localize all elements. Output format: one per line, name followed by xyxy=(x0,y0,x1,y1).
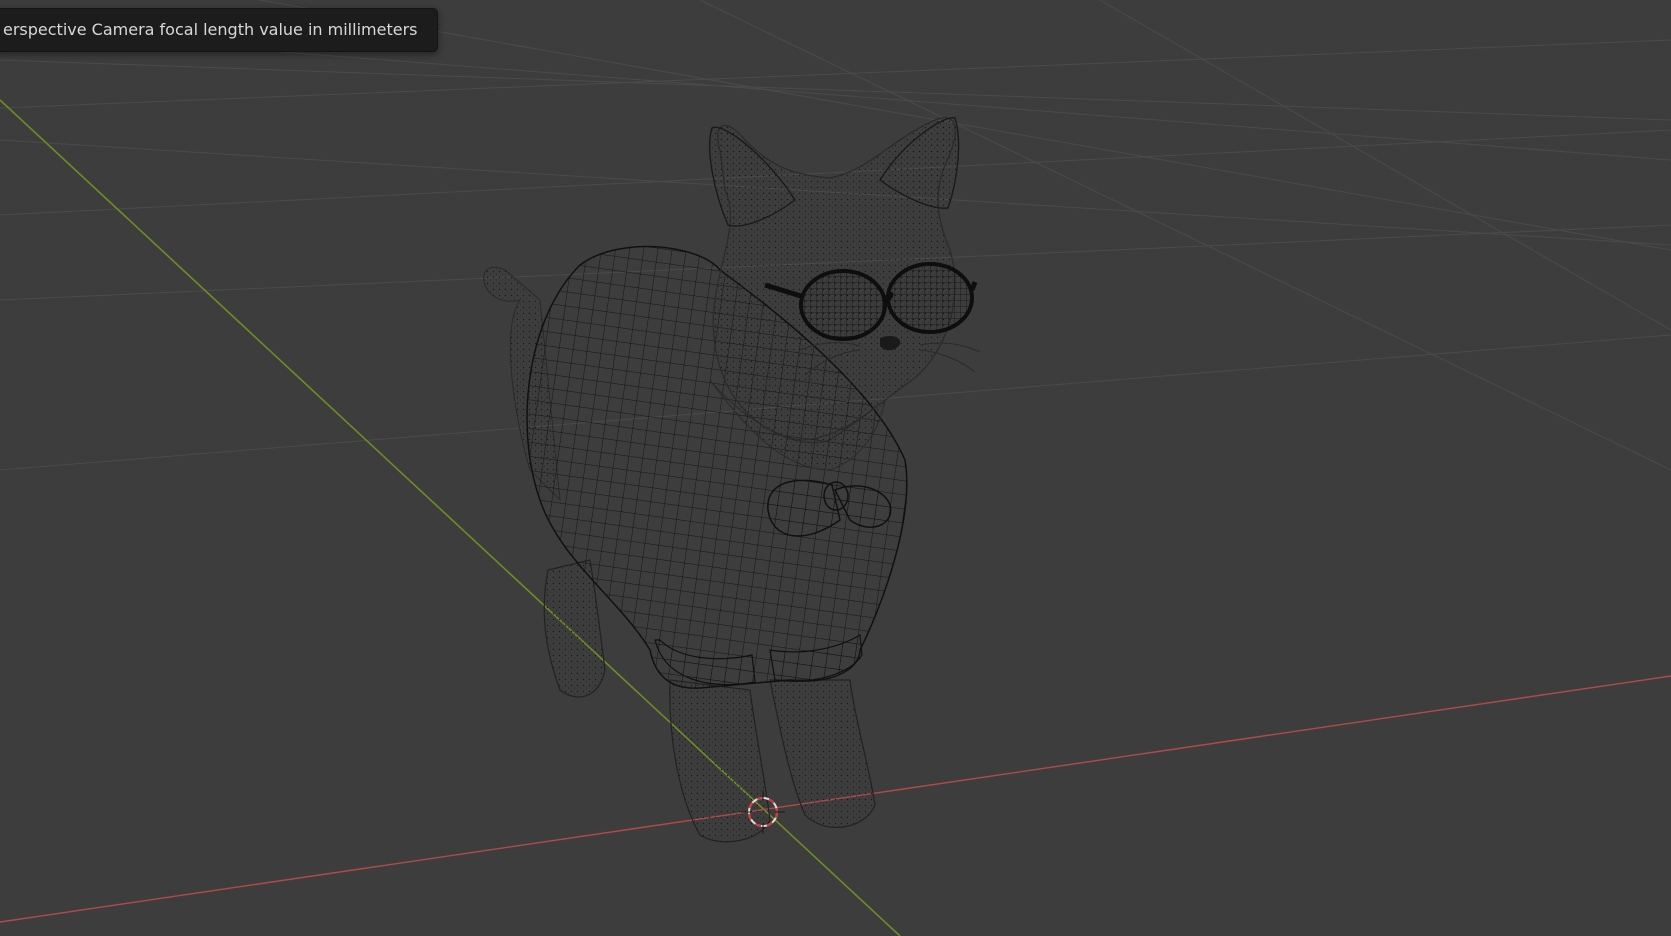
viewport-canvas[interactable] xyxy=(0,0,1671,936)
bow-tie xyxy=(767,479,892,537)
tooltip-text: erspective Camera focal length value in … xyxy=(3,20,418,39)
3d-viewport[interactable]: erspective Camera focal length value in … xyxy=(0,0,1671,936)
cat-mesh[interactable] xyxy=(483,117,981,843)
tooltip: erspective Camera focal length value in … xyxy=(0,8,439,52)
cat-front-right-leg xyxy=(769,679,876,828)
cat-front-left-leg xyxy=(669,679,771,843)
